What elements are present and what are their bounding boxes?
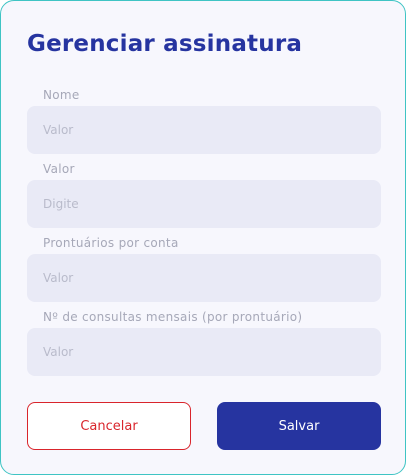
value-input[interactable] xyxy=(27,180,381,228)
value-label: Valor xyxy=(43,162,75,176)
name-input[interactable] xyxy=(27,106,381,154)
monthly-consultations-input[interactable] xyxy=(27,328,381,376)
records-per-account-label: Prontuários por conta xyxy=(43,236,179,250)
records-per-account-input[interactable] xyxy=(27,254,381,302)
manage-subscription-dialog: Gerenciar assinatura Nome Valor Prontuár… xyxy=(0,0,406,475)
name-label: Nome xyxy=(43,88,80,102)
monthly-consultations-label: Nº de consultas mensais (por prontuário) xyxy=(43,310,303,324)
dialog-title: Gerenciar assinatura xyxy=(27,31,303,57)
cancel-button[interactable]: Cancelar xyxy=(27,402,191,450)
save-button[interactable]: Salvar xyxy=(217,402,381,450)
